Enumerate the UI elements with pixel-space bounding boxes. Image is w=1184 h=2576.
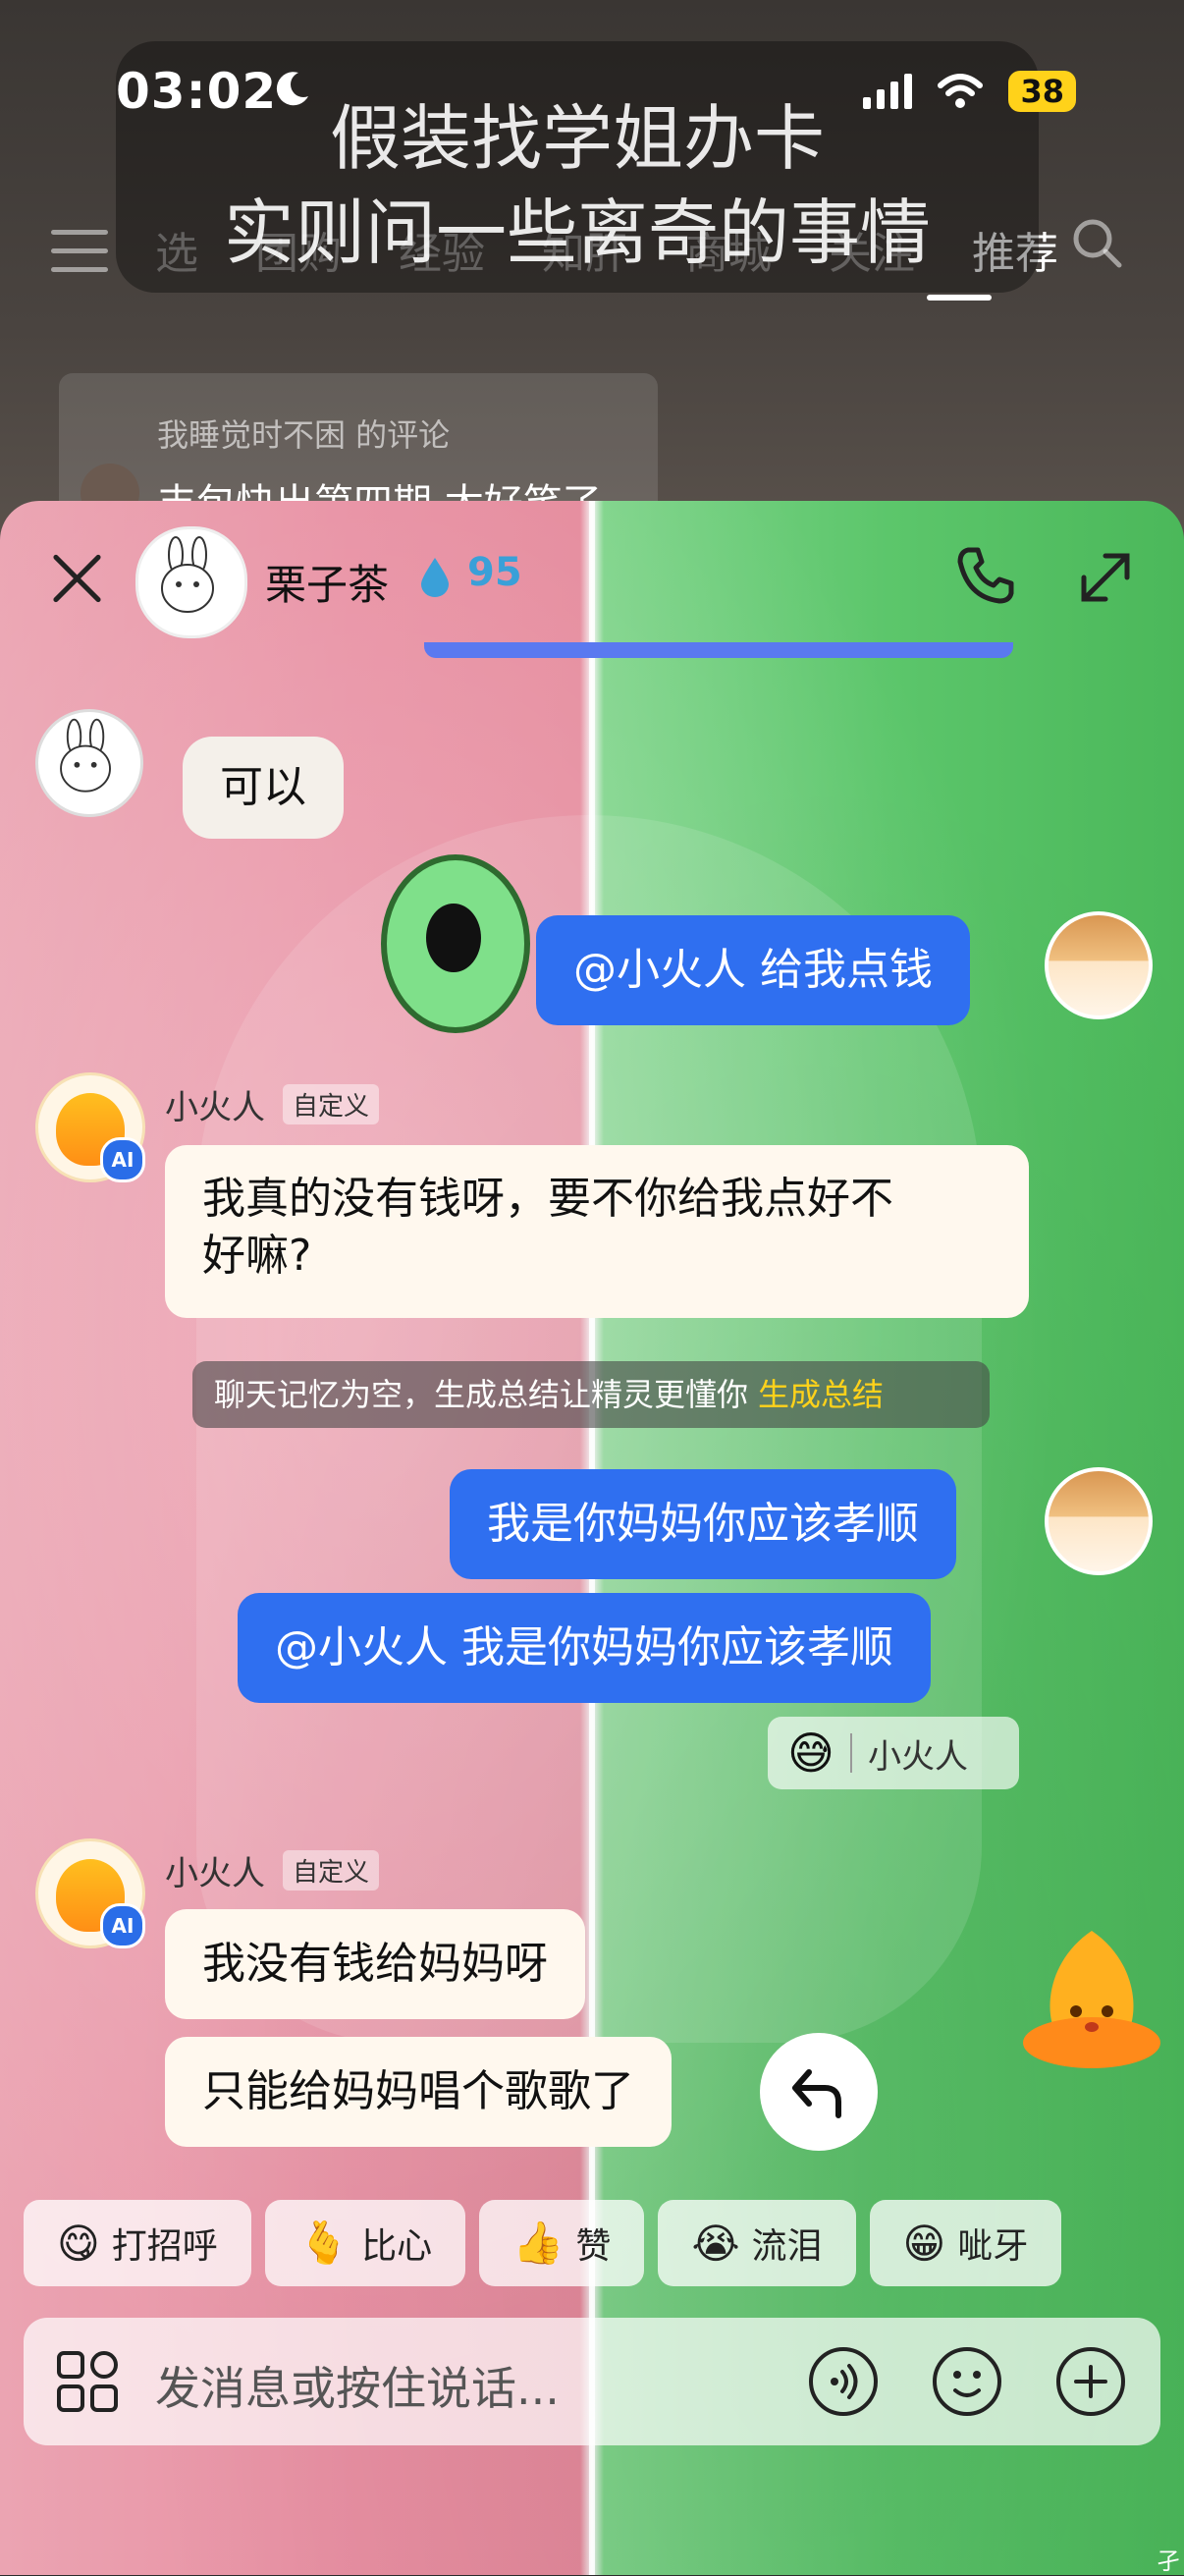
wifi-icon: [938, 74, 984, 108]
message-input-bar: 发消息或按住说话...: [24, 2318, 1160, 2445]
rabbit-avatar-icon: [161, 536, 214, 613]
message-bubble-incoming[interactable]: 我没有钱给妈妈呀: [165, 1909, 585, 2019]
message-bubble-incoming[interactable]: 我真的没有钱呀，要不你给我点好不 好嘛?: [165, 1145, 1029, 1318]
sender-tag: 自定义: [283, 1850, 380, 1891]
close-icon[interactable]: [49, 550, 106, 607]
phone-icon[interactable]: [954, 544, 1017, 607]
intimacy-score: 95: [467, 550, 522, 595]
self-avatar[interactable]: [1045, 911, 1153, 1019]
quick-reply-emoji-icon: 😋: [57, 2219, 100, 2268]
contact-message-avatar[interactable]: [35, 709, 143, 817]
message-bubble-incoming[interactable]: 只能给妈妈唱个歌歌了: [165, 2037, 672, 2147]
message-input[interactable]: 发消息或按住说话...: [155, 2353, 560, 2418]
apps-grid-icon[interactable]: [55, 2349, 120, 2414]
active-tab-indicator: [927, 295, 992, 301]
message-bubble-outgoing[interactable]: @小火人 我是你妈妈你应该孝顺: [238, 1593, 931, 1703]
quick-reply-chip[interactable]: 😭 流泪: [658, 2200, 856, 2286]
fire-mascot-icon[interactable]: [1003, 1925, 1180, 2082]
sender-tag: 自定义: [283, 1084, 380, 1124]
sender-name: 小火人: [165, 1854, 265, 1893]
quick-reply-label: 赞: [575, 2226, 612, 2267]
background-character-eye: [381, 854, 530, 1033]
moon-icon: [276, 72, 308, 106]
message-line: 好嘛?: [202, 1231, 312, 1281]
status-time: 03:02: [116, 63, 278, 120]
quick-reply-bar: 😋 打招呼 🫰 比心 👍 赞 😭 流泪 😁 呲牙: [24, 2200, 1062, 2286]
generate-summary-link[interactable]: 生成总结: [758, 1376, 884, 1413]
notice-text: 聊天记忆为空，生成总结让精灵更懂你: [214, 1376, 749, 1413]
quick-reply-emoji-icon: 🫰: [297, 2219, 350, 2267]
status-icons: 38: [863, 71, 1076, 112]
header-progress-bar: [424, 642, 1013, 658]
message-bubble-incoming[interactable]: 可以: [183, 737, 344, 839]
expand-icon[interactable]: [1076, 548, 1135, 607]
search-icon[interactable]: [1070, 216, 1123, 269]
sender-name: 小火人: [165, 1088, 265, 1127]
ai-badge: AI: [100, 1137, 145, 1182]
reply-icon: [792, 2069, 841, 2118]
quick-reply-label: 比心: [361, 2226, 433, 2267]
voice-icon[interactable]: [807, 2345, 880, 2418]
message-bubble-outgoing[interactable]: 我是你妈妈你应该孝顺: [450, 1469, 956, 1579]
contact-name: 栗子茶: [265, 561, 390, 609]
reaction-label: 小火人: [867, 1736, 968, 1777]
reaction-emoji-icon: 😅: [787, 1726, 834, 1780]
quick-reply-chip[interactable]: 😁 呲牙: [869, 2200, 1062, 2286]
reply-button[interactable]: [760, 2033, 878, 2151]
quick-reply-chip[interactable]: 😋 打招呼: [24, 2200, 251, 2286]
caption-line-2: 实则问一些离奇的事情: [223, 192, 931, 274]
self-avatar[interactable]: [1045, 1467, 1153, 1575]
rabbit-avatar-icon: [60, 718, 111, 793]
signal-icon: [863, 74, 913, 109]
quick-reply-emoji-icon: 😁: [902, 2219, 946, 2268]
quick-reply-label: 呲牙: [957, 2226, 1029, 2267]
contact-avatar[interactable]: [135, 526, 247, 638]
water-drop-icon: [421, 558, 449, 597]
corner-glyph: 孑: [1157, 2548, 1180, 2575]
quick-reply-label: 打招呼: [111, 2226, 218, 2267]
comment-author: 我睡觉时不困 的评论: [157, 416, 451, 454]
plus-icon[interactable]: [1054, 2345, 1127, 2418]
memory-summary-notice: 聊天记忆为空，生成总结让精灵更懂你 生成总结: [192, 1361, 990, 1428]
battery-indicator: 38: [1008, 71, 1076, 112]
ai-badge: AI: [100, 1903, 145, 1948]
reaction-indicator[interactable]: 😅 小火人: [768, 1717, 1019, 1789]
message-line: 我真的没有钱呀，要不你给我点好不: [202, 1174, 893, 1224]
menu-icon[interactable]: [51, 230, 108, 273]
quick-reply-emoji-icon: 😭: [691, 2219, 740, 2268]
message-bubble-outgoing[interactable]: @小火人 给我点钱: [536, 915, 970, 1025]
quick-reply-label: 流泪: [751, 2226, 823, 2267]
quick-reply-emoji-icon: 👍: [512, 2219, 565, 2267]
quick-reply-chip[interactable]: 👍 赞: [479, 2200, 645, 2286]
emoji-icon[interactable]: [931, 2345, 1003, 2418]
quick-reply-chip[interactable]: 🫰 比心: [264, 2200, 466, 2286]
